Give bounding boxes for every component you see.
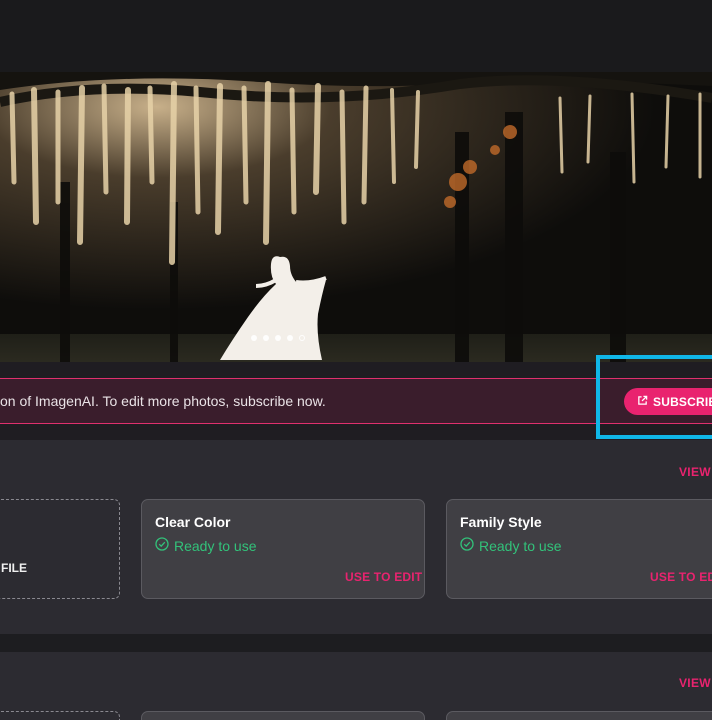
profile-card[interactable]	[446, 711, 712, 720]
profile-card-family-style[interactable]: Family Style Ready to use USE TO EDIT	[446, 499, 712, 599]
profile-title: Family Style	[460, 514, 542, 530]
upload-profile-card[interactable]: FILE	[0, 499, 120, 599]
profile-card[interactable]	[141, 711, 425, 720]
carousel-dot[interactable]	[263, 335, 269, 341]
check-circle-icon	[460, 537, 474, 554]
use-to-edit-button[interactable]: USE TO EDIT	[345, 570, 422, 584]
section-divider	[0, 634, 712, 652]
carousel-dot[interactable]	[287, 335, 293, 341]
carousel-dot[interactable]	[251, 335, 257, 341]
carousel-dot[interactable]	[275, 335, 281, 341]
upload-profile-card[interactable]	[0, 711, 120, 720]
banner-message: on of ImagenAI. To edit more photos, sub…	[0, 393, 326, 409]
profile-title: Clear Color	[155, 514, 231, 530]
view-all-link[interactable]: VIEW A	[679, 465, 712, 479]
check-circle-icon	[155, 537, 169, 554]
use-to-edit-button[interactable]: USE TO EDIT	[650, 570, 712, 584]
profile-status: Ready to use	[460, 537, 562, 554]
status-text: Ready to use	[174, 537, 257, 554]
profile-card-clear-color[interactable]: Clear Color Ready to use USE TO EDIT	[141, 499, 425, 599]
hero-image	[0, 72, 712, 362]
top-bar	[0, 0, 712, 72]
profiles-section: VIEW A FILE Clear Color Ready to use USE…	[0, 440, 712, 634]
upload-profile-label: FILE	[1, 561, 27, 575]
status-text: Ready to use	[479, 537, 562, 554]
hero-carousel[interactable]	[0, 72, 712, 362]
profile-status: Ready to use	[155, 537, 257, 554]
carousel-dots	[251, 335, 305, 341]
view-all-link[interactable]: VIEW A	[679, 676, 712, 690]
second-profiles-section: VIEW A	[0, 652, 712, 720]
carousel-dot-active[interactable]	[299, 335, 305, 341]
subscribe-highlight-box	[596, 355, 712, 439]
